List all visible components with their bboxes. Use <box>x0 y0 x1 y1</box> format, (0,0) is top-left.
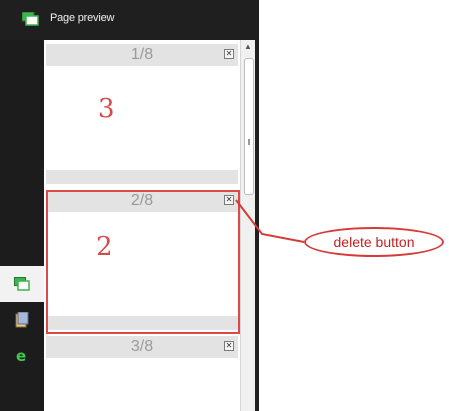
callout-connector <box>235 199 305 243</box>
screenshot: Page preview e 1/8 ✕ 3 2/8 ✕ 2 3/8 ✕ ▲ d… <box>0 0 449 411</box>
delete-button-callout: delete button <box>304 227 444 257</box>
callout-label: delete button <box>333 234 415 250</box>
